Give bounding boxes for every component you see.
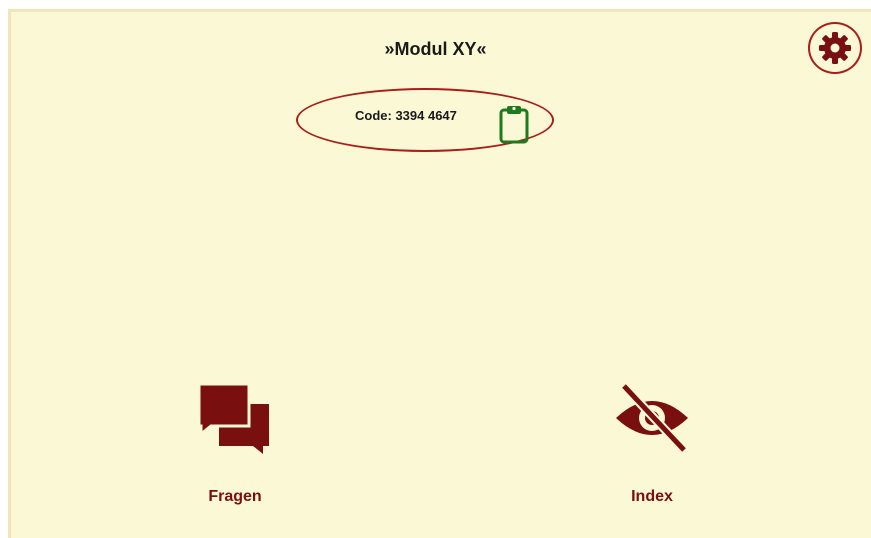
eye-slash-icon xyxy=(616,382,688,454)
clipboard-icon xyxy=(499,106,529,144)
app-frame: »Modul XY« Code: 3394 4647 Fragen Index xyxy=(0,0,871,538)
chat-bubbles-icon xyxy=(197,382,269,454)
index-label: Index xyxy=(631,488,673,505)
access-code: Code: 3394 4647 xyxy=(355,108,457,123)
fragen-label: Fragen xyxy=(208,488,262,505)
fragen-tile[interactable]: Fragen xyxy=(145,380,325,506)
settings-button[interactable] xyxy=(808,22,862,74)
page-title: »Modul XY« xyxy=(384,39,487,59)
copy-code-button[interactable] xyxy=(497,104,531,144)
gear-icon xyxy=(819,32,851,64)
index-tile[interactable]: Index xyxy=(562,380,742,506)
